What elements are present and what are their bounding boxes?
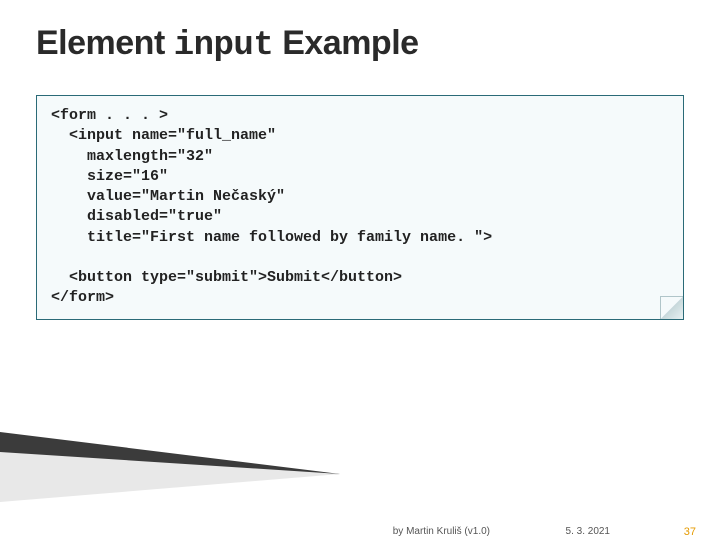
code-line: maxlength="32" <box>51 147 669 167</box>
title-suffix: Example <box>273 24 418 62</box>
code-line: </form> <box>51 288 669 308</box>
code-line: size="16" <box>51 167 669 187</box>
code-line: <input name="full_name" <box>51 126 669 146</box>
decorative-wedge <box>0 432 340 502</box>
footer-page-number: 37 <box>684 526 696 538</box>
code-line: disabled="true" <box>51 207 669 227</box>
code-line: <button type="submit">Submit</button> <box>51 268 669 288</box>
title-code-word: input <box>174 27 274 65</box>
slide-title: Element input Example <box>36 24 684 65</box>
code-line: <form . . . > <box>51 106 669 126</box>
footer-author: by Martin Kruliš (v1.0) <box>393 526 490 537</box>
title-prefix: Element <box>36 24 174 62</box>
code-line <box>51 248 669 268</box>
footer-date: 5. 3. 2021 <box>566 526 610 537</box>
slide: Element input Example <form . . . > <inp… <box>0 0 720 540</box>
code-box: <form . . . > <input name="full_name" ma… <box>36 95 684 320</box>
code-line: value="Martin Nečaský" <box>51 187 669 207</box>
code-line: title="First name followed by family nam… <box>51 228 669 248</box>
